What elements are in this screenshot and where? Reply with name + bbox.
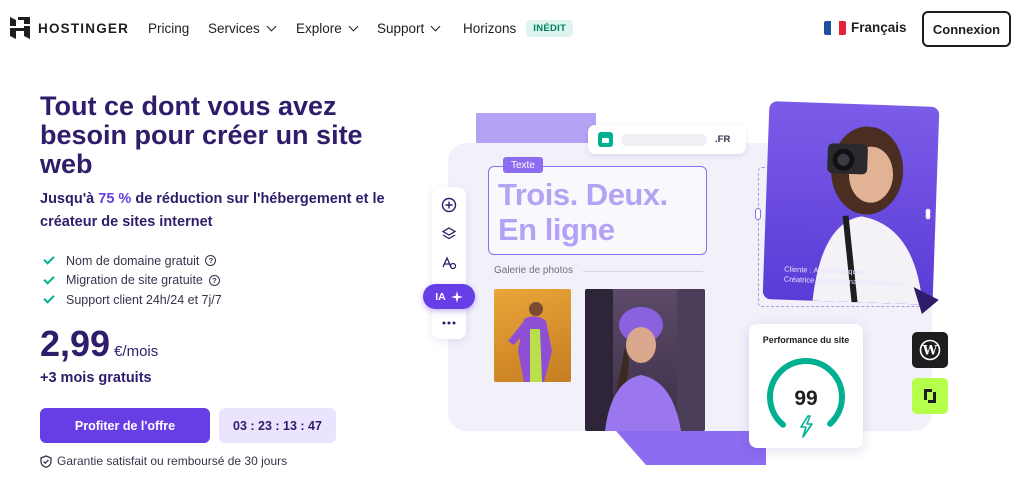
nav-services-menu[interactable]: Services: [208, 21, 277, 36]
svg-text:W: W: [922, 344, 938, 359]
headline-line-1: Trois. Deux.: [498, 177, 668, 212]
money-back-guarantee: Garantie satisfait ou remboursé de 30 jo…: [40, 454, 287, 468]
nav-pricing-link[interactable]: Pricing: [148, 21, 189, 36]
nav-support-label: Support: [377, 21, 425, 36]
price-amount: 2,99: [40, 323, 111, 364]
chevron-down-icon: [266, 21, 277, 32]
price-unit: €/mois: [114, 343, 159, 360]
feature-label: Migration de site gratuite: [66, 273, 203, 288]
horizons-app-icon: [912, 378, 948, 414]
brand-name: HOSTINGER: [38, 20, 130, 36]
decorative-shape: [476, 113, 596, 143]
check-icon: [43, 292, 55, 304]
domain-bar: .FR: [588, 125, 746, 154]
text-element-tag: Texte: [503, 157, 543, 173]
gallery-photo: [494, 289, 571, 382]
ai-button: IA: [423, 284, 475, 309]
nav-horizons-link[interactable]: Horizons INÉDIT: [463, 20, 574, 37]
gallery-photo: [585, 289, 705, 431]
performance-card: Performance du site 99: [749, 324, 863, 448]
countdown-timer: 03 : 23 : 13 : 47: [219, 408, 336, 443]
ai-label: IA: [435, 290, 446, 303]
domain-placeholder: [621, 133, 707, 146]
feature-list: Nom de domaine gratuit ? Migration de si…: [42, 251, 222, 310]
nav-explore-label: Explore: [296, 21, 342, 36]
feature-item: Support client 24h/24 et 7j/7: [42, 290, 222, 310]
feature-label: Support client 24h/24 et 7j/7: [66, 292, 222, 307]
divider: [583, 271, 703, 272]
shield-check-icon: [40, 454, 52, 468]
check-icon: [43, 253, 55, 265]
nav-explore-menu[interactable]: Explore: [296, 21, 359, 36]
nav-services-label: Services: [208, 21, 260, 36]
layers-icon: [441, 227, 457, 240]
builder-toolbar: [432, 187, 466, 339]
language-selector[interactable]: Français: [824, 20, 907, 35]
claim-offer-button[interactable]: Profiter de l'offre: [40, 408, 210, 443]
performance-score: 99: [794, 387, 818, 410]
nav-horizons-label: Horizons: [463, 21, 517, 36]
typography-icon: [442, 256, 457, 270]
sparkle-icon: [450, 290, 463, 303]
login-button[interactable]: Connexion: [922, 11, 1011, 47]
feature-item: Nom de domaine gratuit ?: [42, 251, 222, 271]
chevron-down-icon: [430, 21, 441, 32]
guarantee-text: Garantie satisfait ou remboursé de 30 jo…: [57, 454, 288, 468]
text-block: Trois. Deux. En ligne: [488, 166, 707, 255]
french-flag-icon: [824, 20, 846, 35]
wordpress-icon: W: [912, 332, 948, 368]
feature-label: Nom de domaine gratuit: [66, 253, 200, 268]
info-icon[interactable]: ?: [205, 255, 217, 267]
info-icon[interactable]: ?: [208, 274, 220, 286]
discount-percent: 75 %: [98, 191, 132, 207]
feature-item: Migration de site gratuite ?: [42, 271, 222, 291]
new-badge: INÉDIT: [526, 20, 574, 37]
check-icon: [43, 273, 55, 285]
domain-tld: .FR: [715, 134, 731, 145]
brand-logo[interactable]: HOSTINGER: [10, 17, 129, 39]
performance-gauge: [767, 358, 845, 438]
headline-line-2: En ligne: [498, 212, 615, 247]
lock-icon: [598, 132, 613, 147]
resize-handle: [755, 208, 761, 220]
bonus-months: +3 mois gratuits: [40, 370, 152, 386]
hero-subtitle: Jusqu'à 75 % de réduction sur l'hébergem…: [40, 188, 400, 234]
add-icon: [441, 197, 457, 213]
decorative-shape: [616, 431, 766, 465]
chevron-down-icon: [348, 21, 359, 32]
resize-handle: [925, 208, 931, 220]
subtitle-prefix: Jusqu'à: [40, 191, 95, 207]
nav-pricing-label: Pricing: [148, 21, 190, 36]
top-navigation: HOSTINGER Pricing Services Explore Suppo…: [0, 0, 1024, 58]
hostinger-logo-icon: [10, 17, 30, 39]
hero-title: Tout ce dont vous avez besoin pour créer…: [40, 91, 363, 179]
more-icon: [442, 321, 456, 325]
gallery-label: Galerie de photos: [494, 265, 573, 276]
nav-support-menu[interactable]: Support: [377, 21, 441, 36]
language-label: Français: [851, 20, 907, 35]
price-display: 2,99 €/mois: [40, 323, 158, 365]
